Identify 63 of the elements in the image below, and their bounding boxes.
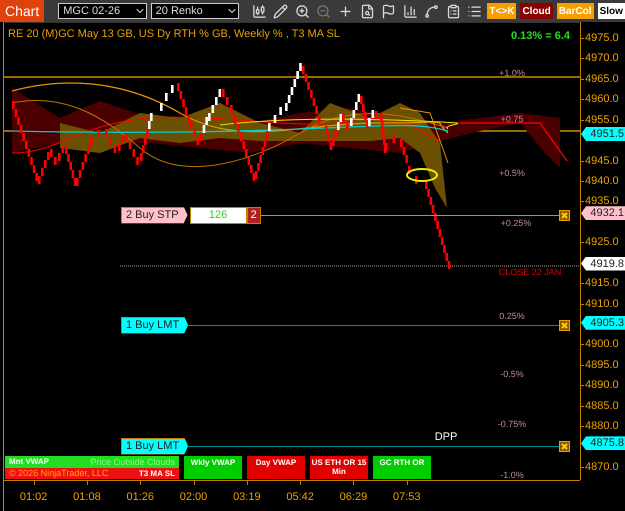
percent-label: 0.25% [499, 311, 525, 321]
time-label: 06:29 [326, 481, 380, 511]
price-label: 4935.0 [585, 195, 619, 208]
price-label: 4975.0 [585, 32, 619, 44]
order-tag[interactable]: 1 Buy LMT [121, 316, 188, 334]
signal-box: Wkly VWAP [184, 456, 242, 479]
bar-type-dropdown[interactable]: 20 Renko [150, 3, 240, 19]
price-tag: 4951.5 [581, 127, 625, 142]
price-label: 4970.0 [585, 52, 619, 64]
price-label: 4915.0 [585, 277, 619, 290]
price-label: 4940.0 [585, 175, 619, 187]
percent-label: +0.75 [500, 114, 524, 124]
highlight-ellipse [406, 168, 438, 182]
time-label: 01:02 [7, 481, 60, 511]
time-label: 02:00 [166, 481, 220, 511]
change-readout: 0.13% = 6.4 [510, 30, 570, 42]
time-label: 03:19 [220, 481, 274, 511]
price-label: 4955.0 [585, 114, 619, 126]
price-tag: 4919.8 [581, 256, 625, 271]
percent-label: +0.5% [499, 168, 525, 178]
time-label: 01:26 [114, 481, 167, 511]
time-label: 07:53 [380, 481, 434, 511]
order-tag[interactable]: 1 Buy LMT [121, 438, 188, 454]
price-label: 4890.0 [585, 379, 619, 392]
signal-box: GC RTH OR [373, 456, 431, 479]
signal-label: Mnt VWAP [9, 457, 49, 466]
price-tag: 4875.8 [581, 436, 625, 450]
price-label: 4910.0 [585, 298, 619, 310]
signal-box: US ETH OR 15 Min [310, 456, 368, 479]
price-label: 4925.0 [585, 236, 619, 248]
signal-box: Day VWAP [247, 456, 305, 479]
close-order-icon[interactable] [559, 440, 570, 452]
order-count: 2 [246, 206, 261, 224]
price-label: 4885.0 [585, 400, 619, 412]
time-label: 01:08 [60, 481, 114, 511]
percent-label: -1.0% [500, 470, 524, 480]
price-label: 4965.0 [585, 72, 619, 85]
indicator-toggle[interactable]: Cloud [520, 3, 553, 19]
chart-button[interactable]: Chart [0, 0, 44, 22]
close-order-icon[interactable] [559, 210, 570, 220]
chart-title: RE 20 (M)GC May 13 GB, US Dy RTH % GB, Weekly % , T3 MA SL [8, 28, 340, 40]
signal-note: Price Outside Clouds [90, 456, 175, 467]
close-label: CLOSE 22 JAN [498, 267, 562, 277]
price-tag: 4905.3 [581, 316, 625, 330]
instrument-dropdown[interactable]: MGC 02-26 [58, 3, 147, 19]
price-label: 4870.0 [585, 461, 619, 474]
percent-label: -0.5% [500, 369, 524, 379]
price-label: 4945.0 [585, 154, 619, 167]
indicator-toggle[interactable]: Slow [598, 3, 625, 19]
price-label: 4960.0 [585, 93, 619, 106]
signal-label: T3 MA SL [138, 468, 175, 478]
order-tag[interactable]: 2 Buy STP [121, 206, 188, 224]
pivot-label: DPP [434, 431, 458, 443]
price-label: 4880.0 [585, 420, 619, 432]
percent-label: -0.75% [498, 419, 526, 429]
price-label: 4900.0 [585, 338, 619, 350]
time-label: 05:42 [273, 481, 327, 511]
price-tag: 4932.1 [581, 206, 625, 220]
price-label: 4895.0 [585, 358, 619, 371]
percent-label: +1.0% [499, 68, 525, 78]
copyright-text: © 2026 NinjaTrader, LLC [9, 468, 108, 478]
percent-label: +0.25% [500, 218, 532, 228]
close-order-icon[interactable] [559, 320, 570, 330]
